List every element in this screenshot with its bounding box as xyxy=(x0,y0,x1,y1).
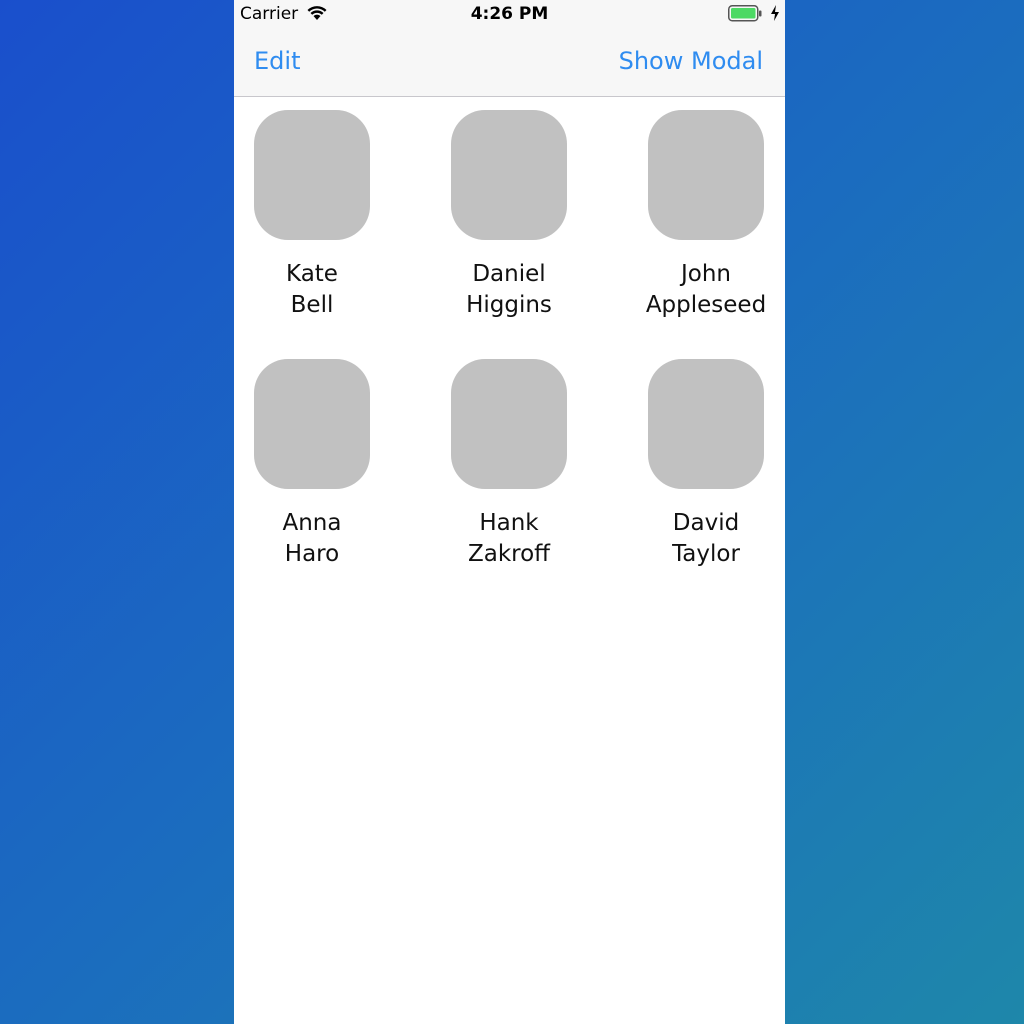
contact-last-name: Zakroff xyxy=(467,541,551,567)
battery-icon xyxy=(728,5,762,22)
navigation-bar: Edit Show Modal xyxy=(234,28,785,97)
contact-first-name: David xyxy=(672,510,740,536)
charging-bolt-icon xyxy=(771,5,779,21)
contact-last-name: Bell xyxy=(290,292,334,318)
contact-first-name: Anna xyxy=(282,510,342,536)
avatar-placeholder xyxy=(254,359,370,489)
contact-last-name: Haro xyxy=(284,541,340,567)
contact-cell[interactable]: Daniel Higgins xyxy=(434,110,584,321)
contact-cell[interactable]: Hank Zakroff xyxy=(434,359,584,570)
contact-cell[interactable]: Kate Bell xyxy=(237,110,387,321)
status-bar: Carrier 4:26 PM xyxy=(234,0,785,28)
contact-last-name: Appleseed xyxy=(645,292,767,318)
contact-first-name: Hank xyxy=(479,510,539,536)
edit-button[interactable]: Edit xyxy=(254,47,300,75)
contact-name: Anna Haro xyxy=(237,508,387,570)
contact-name: John Appleseed xyxy=(631,259,781,321)
contact-name: David Taylor xyxy=(631,508,781,570)
contact-first-name: Daniel xyxy=(472,261,546,287)
contact-cell[interactable]: John Appleseed xyxy=(631,110,781,321)
contact-last-name: Higgins xyxy=(466,292,552,318)
contact-first-name: Kate xyxy=(286,261,338,287)
avatar-placeholder xyxy=(648,359,764,489)
avatar-placeholder xyxy=(648,110,764,240)
avatar-placeholder xyxy=(451,110,567,240)
phone-screen: Carrier 4:26 PM Edit Show Modal Kate Bel… xyxy=(234,0,785,1024)
contact-first-name: John xyxy=(680,261,731,287)
contact-name: Hank Zakroff xyxy=(434,508,584,570)
clock: 4:26 PM xyxy=(470,4,549,24)
contact-name: Kate Bell xyxy=(237,259,387,321)
avatar-placeholder xyxy=(254,110,370,240)
contact-cell[interactable]: David Taylor xyxy=(631,359,781,570)
avatar-placeholder xyxy=(451,359,567,489)
show-modal-button[interactable]: Show Modal xyxy=(619,47,763,75)
contact-cell[interactable]: Anna Haro xyxy=(237,359,387,570)
contact-last-name: Taylor xyxy=(672,541,740,567)
contact-name: Daniel Higgins xyxy=(434,259,584,321)
